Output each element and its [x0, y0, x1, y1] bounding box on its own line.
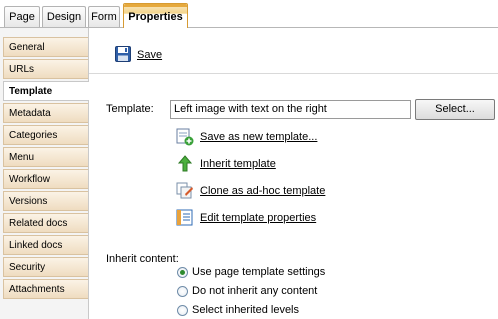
template-label: Template:	[106, 103, 154, 115]
sidebar-item-security[interactable]: Security	[3, 257, 88, 277]
tab-properties[interactable]: Properties	[123, 3, 188, 28]
tab-design[interactable]: Design	[42, 6, 86, 27]
green-arrow-up-icon	[177, 155, 193, 172]
edit-template-properties-link[interactable]: Edit template properties	[200, 212, 316, 224]
clone-template-icon	[176, 182, 193, 199]
sidebar-item-attachments[interactable]: Attachments	[3, 279, 88, 299]
sidebar-item-workflow[interactable]: Workflow	[3, 169, 88, 189]
radio-label: Select inherited levels	[192, 304, 300, 316]
save-as-new-template-link[interactable]: Save as new template...	[200, 131, 317, 143]
radio-label: Use page template settings	[192, 266, 326, 278]
sidebar-item-categories[interactable]: Categories	[3, 125, 88, 145]
tab-page[interactable]: Page	[4, 6, 40, 27]
floppy-disk-icon[interactable]	[115, 46, 131, 62]
properties-sidebar: General URLs Template Metadata Categorie…	[0, 28, 89, 319]
select-template-button[interactable]: Select...	[415, 99, 495, 120]
top-tab-bar: Page Design Form Properties	[0, 0, 498, 28]
radio-button-checked[interactable]	[177, 267, 188, 278]
sidebar-item-versions[interactable]: Versions	[3, 191, 88, 211]
template-name-field[interactable]: Left image with text on the right	[170, 100, 411, 119]
save-template-icon	[176, 128, 194, 146]
clone-adhoc-template-link[interactable]: Clone as ad-hoc template	[200, 185, 325, 197]
radio-button[interactable]	[177, 305, 188, 316]
sidebar-item-related-docs[interactable]: Related docs	[3, 213, 88, 233]
sidebar-item-urls[interactable]: URLs	[3, 59, 88, 79]
sidebar-item-general[interactable]: General	[3, 37, 88, 57]
save-button[interactable]: Save	[137, 49, 162, 61]
template-properties-panel: Save Template: Left image with text on t…	[89, 28, 498, 319]
sidebar-item-template[interactable]: Template	[3, 81, 89, 101]
radio-button[interactable]	[177, 286, 188, 297]
radio-label: Do not inherit any content	[192, 285, 318, 297]
toolbar-divider	[89, 73, 498, 74]
tab-form[interactable]: Form	[88, 6, 120, 27]
sidebar-item-metadata[interactable]: Metadata	[3, 103, 88, 123]
inherit-template-link[interactable]: Inherit template	[200, 158, 276, 170]
sidebar-item-linked-docs[interactable]: Linked docs	[3, 235, 88, 255]
inherit-content-label: Inherit content:	[106, 253, 179, 265]
edit-properties-icon	[176, 209, 193, 226]
sidebar-item-menu[interactable]: Menu	[3, 147, 88, 167]
